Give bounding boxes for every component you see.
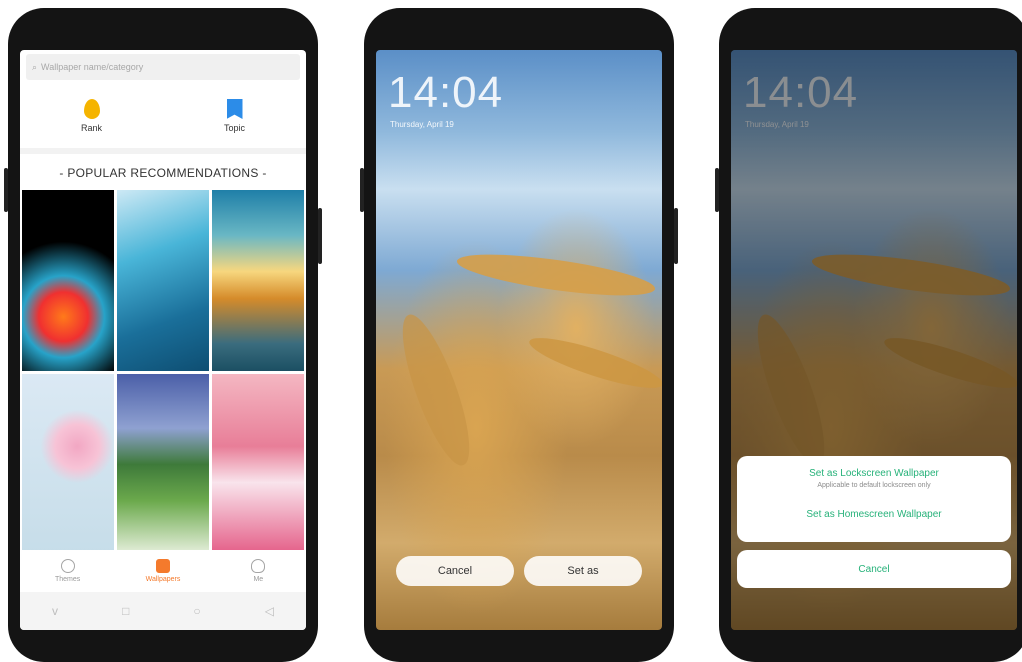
section-title: - POPULAR RECOMMENDATIONS - — [59, 166, 267, 180]
set-lockscreen-note: Applicable to default lockscreen only — [817, 482, 931, 489]
flame-icon — [83, 99, 100, 119]
nav-back-icon[interactable]: ◁ — [265, 604, 274, 618]
phone-set-dialog: 14:04 Thursday, April 19 Set as Lockscre… — [715, 8, 1022, 662]
cancel-button[interactable]: Cancel — [858, 564, 889, 575]
bookmark-icon — [226, 99, 243, 119]
wallpaper-thumb-sunset-wave[interactable] — [212, 190, 304, 371]
wallpaper-thumb-ink[interactable] — [22, 190, 114, 371]
nav-recents-icon[interactable]: □ — [122, 604, 129, 618]
phone-preview: 14:04 Thursday, April 19 Cancel Set as — [360, 8, 678, 662]
set-options-sheet: Set as Lockscreen Wallpaper Applicable t… — [737, 456, 1011, 542]
set-lockscreen-option[interactable]: Set as Lockscreen Wallpaper — [737, 468, 1011, 479]
nav-home-icon[interactable]: ○ — [193, 604, 200, 618]
tab-wallpapers[interactable]: Wallpapers — [128, 559, 198, 583]
cancel-button[interactable]: Cancel — [396, 556, 514, 586]
themes-icon — [60, 559, 75, 573]
topic-label: Topic — [223, 123, 245, 133]
themes-screen: ⌕ Wallpaper name/category Rank Topic - P… — [20, 50, 306, 630]
bottom-tabbar: Themes Wallpapers Me — [20, 550, 306, 592]
rank-label: Rank — [80, 123, 102, 133]
rank-button[interactable]: Rank — [52, 99, 132, 133]
wallpaper-thumb-meadow[interactable] — [117, 374, 209, 555]
system-navbar: v □ ○ ◁ — [20, 592, 306, 630]
dim-overlay — [731, 50, 1017, 630]
person-icon — [251, 559, 266, 573]
wallpaper-grid — [20, 190, 306, 555]
wallpaper-thumb-pink-path[interactable] — [212, 374, 304, 555]
lock-date: Thursday, April 19 — [390, 120, 454, 129]
wheat-ear — [454, 246, 658, 304]
preview-screen: 14:04 Thursday, April 19 Cancel Set as — [376, 50, 662, 630]
search-icon: ⌕ — [32, 61, 38, 72]
tab-themes-label: Themes — [55, 576, 81, 583]
tab-themes[interactable]: Themes — [33, 559, 103, 583]
tab-wallpapers-label: Wallpapers — [145, 576, 181, 583]
nav-down-icon[interactable]: v — [52, 604, 58, 618]
set-as-button[interactable]: Set as — [524, 556, 642, 586]
phone-themes: ⌕ Wallpaper name/category Rank Topic - P… — [4, 8, 322, 662]
shortcut-row: Rank Topic — [20, 84, 306, 154]
tab-me-label: Me — [253, 576, 264, 583]
cancel-sheet: Cancel — [737, 550, 1011, 588]
search-placeholder: Wallpaper name/category — [41, 62, 144, 72]
wallpaper-icon — [155, 559, 170, 573]
lock-clock: 14:04 — [388, 68, 504, 117]
set-homescreen-option[interactable]: Set as Homescreen Wallpaper — [737, 509, 1011, 520]
wallpaper-thumb-wave[interactable] — [117, 190, 209, 371]
search-input[interactable]: ⌕ Wallpaper name/category — [26, 54, 300, 80]
topic-button[interactable]: Topic — [195, 99, 275, 133]
wheat-ear — [389, 307, 483, 473]
tab-me[interactable]: Me — [223, 559, 293, 583]
wheat-ear — [525, 329, 662, 397]
set-dialog-screen: 14:04 Thursday, April 19 Set as Lockscre… — [731, 50, 1017, 630]
wallpaper-thumb-blossom[interactable] — [22, 374, 114, 555]
